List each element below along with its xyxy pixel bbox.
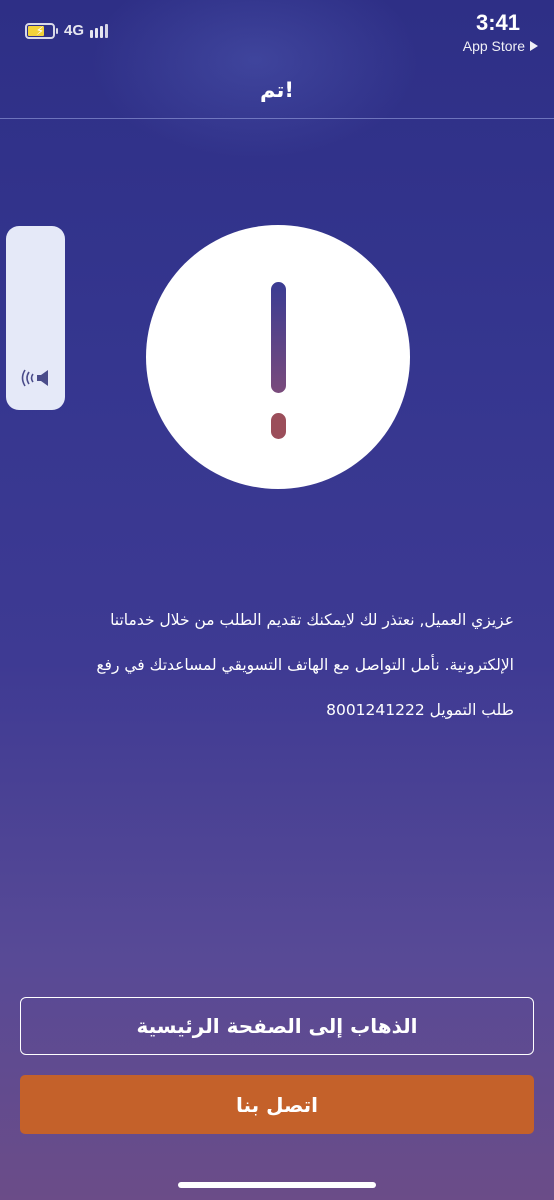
error-message: عزيزي العميل, نعتذر لك لايمكنك تقديم الط… [40, 598, 514, 733]
clock: 3:41 [475, 10, 520, 35]
message-line: الإلكترونية. نأمل التواصل مع الهاتف التس… [96, 656, 514, 674]
play-triangle-icon [530, 41, 538, 51]
back-app-label: App Store [462, 38, 525, 54]
speaker-icon [21, 369, 48, 387]
network-type: 4G [64, 22, 85, 39]
message-line: طلب التمويل 8001241222 [326, 701, 514, 719]
page-title: تم! [260, 78, 294, 102]
contact-us-button[interactable]: اتصل بنا [20, 1075, 534, 1134]
status-bar-right: 3:41 App Store [463, 10, 538, 54]
go-home-label: الذهاب إلى الصفحة الرئيسية [136, 1014, 418, 1038]
status-bar-left: ⚡ 4G [25, 22, 109, 39]
contact-us-label: اتصل بنا [235, 1092, 319, 1117]
accessibility-side-widget[interactable] [6, 226, 65, 410]
back-to-app-link[interactable]: App Store [463, 38, 538, 54]
message-line: عزيزي العميل, نعتذر لك لايمكنك تقديم الط… [110, 611, 514, 629]
alert-circle [146, 225, 410, 489]
battery-nub [56, 27, 58, 34]
signal-bars-icon [90, 23, 109, 38]
header-divider [0, 118, 554, 119]
battery-charging-icon: ⚡ [25, 22, 55, 39]
home-indicator[interactable] [178, 1182, 376, 1188]
go-home-button[interactable]: الذهاب إلى الصفحة الرئيسية [20, 997, 534, 1055]
